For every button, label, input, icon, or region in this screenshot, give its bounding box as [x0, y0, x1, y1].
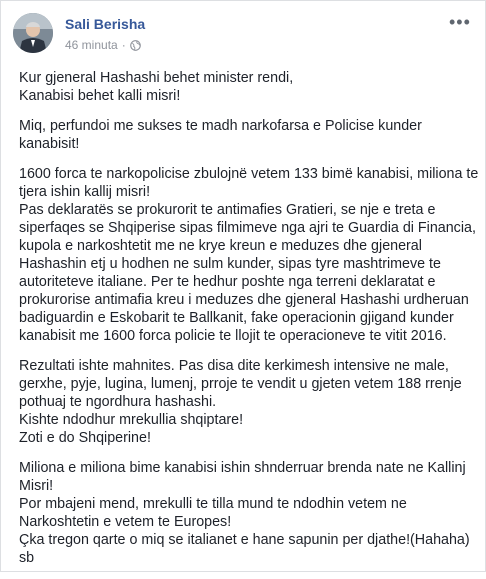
post-text-line: kanabisit!: [19, 136, 80, 152]
post-paragraph: Miq, perfundoi me sukses te madh narkofa…: [19, 117, 477, 153]
post-text-line: kanabisit me 1600 forca policie te lloji…: [19, 328, 447, 344]
post-text-line: kupola e narkoshtetit me ne krye kreun e…: [19, 238, 422, 254]
post-text-line: sb: [19, 550, 35, 566]
post-paragraph: Kur gjeneral Hashashi behet minister ren…: [19, 69, 477, 105]
post-text-line: badiguardin e Eskobarit te Ballkanit, fa…: [19, 310, 454, 326]
post-text-line: Rezultati ishte mahnites. Pas disa dite …: [19, 358, 449, 374]
post-text-line: 1600 forca te narkopolicise zbulojnë vet…: [19, 166, 479, 182]
post-text-line: autoriteteve italiane. Per te hedhur pos…: [19, 274, 436, 290]
post-text-line: Zoti e do Shqiperine!: [19, 430, 151, 446]
post-text-line: pothuaj te ngordhura hashashi.: [19, 394, 217, 410]
author-name[interactable]: Sali Berisha: [65, 16, 145, 32]
post-text-line: Miq, perfundoi me sukses te madh narkofa…: [19, 118, 422, 134]
more-options-icon[interactable]: •••: [449, 13, 470, 31]
post-text-line: Kur gjeneral Hashashi behet minister ren…: [19, 70, 294, 86]
post-meta: 46 minuta ·: [65, 38, 141, 52]
post-header: Sali Berisha 46 minuta · •••: [13, 13, 475, 57]
post-text-line: Çka tregon qarte o miq se italianet e ha…: [19, 532, 470, 548]
post-text-line: gerxhe, pyje, lugina, lumenj, prroje te …: [19, 376, 462, 392]
post-text-line: tjera ishin kallij misri!: [19, 184, 151, 200]
post-text-line: Misri!: [19, 478, 54, 494]
profile-photo: [13, 13, 53, 53]
post-text-line: Pas deklaratës se prokurorit te antimafi…: [19, 202, 436, 218]
meta-separator: ·: [121, 38, 126, 52]
post-text-line: Hashashin etj u hodhen ne sulm kunder, s…: [19, 256, 441, 272]
post-text-line: Por mbajeni mend, mrekulli te tilla mund…: [19, 496, 407, 512]
post-text-line: prokurorise antimafia kreu i meduzes dhe…: [19, 292, 469, 308]
post-text-line: Kishte ndodhur mrekullia shqiptare!: [19, 412, 244, 428]
globe-icon[interactable]: [129, 39, 141, 51]
post-text-line: Miliona e miliona bime kanabisi ishin sh…: [19, 460, 466, 476]
post-timestamp[interactable]: 46 minuta: [65, 38, 118, 52]
post-paragraph: Rezultati ishte mahnites. Pas disa dite …: [19, 357, 477, 447]
facebook-post: Sali Berisha 46 minuta · ••• Kur gjenera…: [0, 0, 486, 572]
post-paragraph: Miliona e miliona bime kanabisi ishin sh…: [19, 459, 477, 567]
post-body: Kur gjeneral Hashashi behet minister ren…: [19, 69, 479, 579]
post-text-line: Narkoshtetin e vetem te Europes!: [19, 514, 232, 530]
avatar[interactable]: [13, 13, 53, 53]
post-text-line: Kanabisi behet kalli misri!: [19, 88, 181, 104]
post-text-line: siperfaqes se Shqiperise sipas filmimeve…: [19, 220, 476, 236]
post-paragraph: 1600 forca te narkopolicise zbulojnë vet…: [19, 165, 479, 345]
